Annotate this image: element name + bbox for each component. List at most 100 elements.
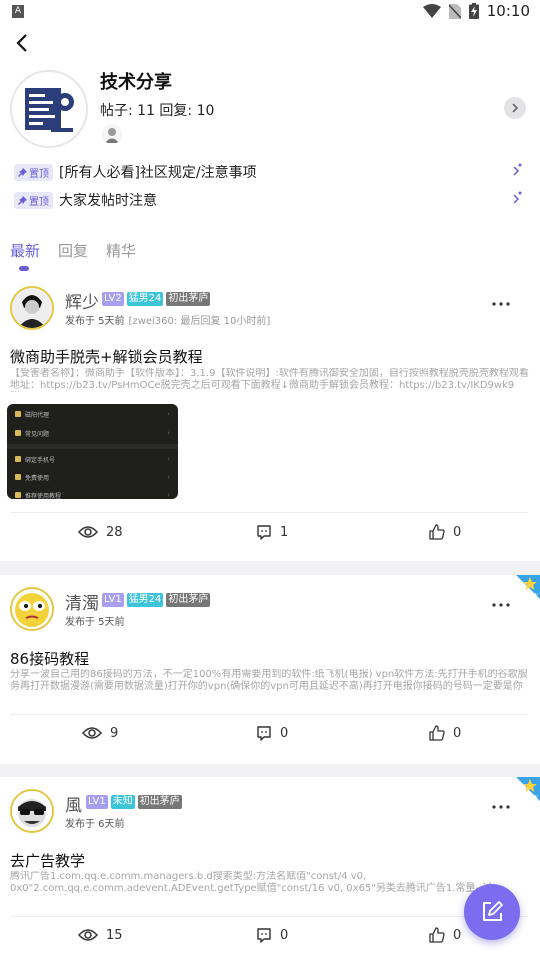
likes-count: 0: [453, 524, 462, 540]
new-badge: NEW: [510, 575, 540, 601]
avatar[interactable]: [10, 286, 54, 330]
new-label: NEW: [526, 593, 538, 599]
title-badge: 猛男24: [126, 292, 164, 306]
pinned-text: 大家发帖时注意: [59, 193, 157, 209]
pinned-post-posting-notice[interactable]: 置顶 大家发帖时注意: [14, 188, 526, 212]
pinned-post-rules[interactable]: 置顶 [所有人必看]社区规定/注意事项: [14, 160, 526, 184]
comments-button[interactable]: 0: [256, 927, 288, 943]
person-avatar-icon: [12, 288, 52, 328]
user-badges: LV1 未知 初出茅庐: [86, 795, 182, 809]
post-title[interactable]: 86接码教程: [10, 648, 89, 669]
title-badge: 猛男24: [126, 593, 164, 607]
pinned-badge: 置顶: [14, 163, 53, 181]
post-summary: 分享一波自己用的86接码的方法，不一定100%有用需要用到的软件:纸飞机(电报)…: [10, 669, 528, 692]
comments-count: 0: [280, 927, 289, 943]
forum-info-button[interactable]: [504, 97, 526, 119]
post-thumbnail[interactable]: 磁阳代理 › 常见问题 › 绑定手机号 › 免费使用 › 推荐使用教程 ›: [7, 404, 178, 499]
wifi-icon: [422, 4, 441, 18]
post-summary: 【受害者名称】：微商助手【软件版本】：3.1.9【软件说明】:软件有腾讯御安全加…: [10, 368, 529, 391]
thumbs-up-icon: [429, 927, 445, 943]
accessibility-icon: A: [12, 5, 24, 18]
eye-icon: [78, 929, 98, 941]
pinned-badge: 置顶: [14, 191, 53, 209]
title-badge: 未知: [110, 795, 135, 809]
comment-icon: [257, 525, 271, 540]
post-time: 发布于 5天前: [65, 617, 125, 628]
chevron-right-icon: [512, 163, 522, 183]
user-badges: LV1 猛男24 初出茅庐: [102, 593, 211, 607]
back-button[interactable]: [10, 30, 36, 56]
tab-bar: 最新 回复 精华: [0, 230, 540, 274]
post-meta: 发布于 5天前: [65, 613, 125, 628]
comment-icon: [257, 928, 271, 943]
comments-button[interactable]: 0: [256, 725, 288, 741]
compose-post-button[interactable]: [464, 884, 520, 940]
views-count: 15: [106, 927, 123, 943]
post-actions: 15 0 0: [0, 927, 540, 957]
comments-button[interactable]: 1: [256, 524, 288, 540]
ellipsis-icon: [492, 603, 510, 607]
comments-count: 0: [280, 725, 289, 741]
forum-title: 技术分享: [100, 72, 172, 93]
battery-charging-icon: [468, 3, 479, 19]
like-button[interactable]: 0: [429, 524, 461, 540]
thumbnail-row: 推荐使用教程 ›: [15, 488, 170, 499]
post-title[interactable]: 去广告教学: [10, 850, 85, 871]
tab-indicator: [19, 266, 29, 271]
username[interactable]: 清濁: [65, 589, 99, 614]
divider: [10, 512, 528, 513]
views-button[interactable]: 9: [82, 725, 118, 741]
status-bar: A 10:10: [0, 0, 540, 24]
level-badge: LV1: [86, 795, 108, 809]
emoji-avatar-icon: [12, 589, 52, 629]
like-button[interactable]: 0: [429, 725, 461, 741]
username[interactable]: 辉少: [65, 288, 99, 313]
divider: [10, 714, 528, 715]
person-avatar-icon: [12, 791, 52, 831]
forum-stats: 帖子: 11 回复: 10: [100, 103, 215, 119]
divider: [10, 916, 528, 917]
views-button[interactable]: 15: [78, 927, 123, 943]
post-title[interactable]: 微商助手脱壳+解锁会员教程: [10, 346, 203, 367]
more-options-button[interactable]: [492, 797, 510, 809]
tab-featured[interactable]: 精华: [106, 240, 136, 261]
eye-icon: [82, 727, 102, 739]
new-label: NEW: [526, 795, 538, 801]
post-meta: 发布于 6天前: [65, 815, 125, 830]
thumbs-up-icon: [429, 524, 445, 540]
post-card[interactable]: 清濁 LV1 猛男24 初出茅庐 发布于 5天前 NEW 86接码教程 分享一波…: [0, 575, 540, 764]
comments-count: 1: [280, 524, 289, 540]
post-time: 发布于 6天前: [65, 819, 125, 830]
rank-badge: 初出茅庐: [137, 795, 182, 809]
level-badge: LV1: [102, 593, 124, 607]
pinned-text: [所有人必看]社区规定/注意事项: [59, 165, 257, 181]
thumbnail-row: 常见问题 ›: [15, 426, 170, 440]
views-count: 28: [106, 524, 123, 540]
more-options-button[interactable]: [492, 595, 510, 607]
more-options-button[interactable]: [492, 294, 510, 306]
rank-badge: 初出茅庐: [166, 593, 211, 607]
views-button[interactable]: 28: [78, 524, 123, 540]
last-reply: [zwei360: 最后回复 10小时前]: [128, 316, 271, 327]
like-button[interactable]: 0: [429, 927, 461, 943]
post-card[interactable]: 辉少 LV2 猛男24 初出茅庐 发布于 5天前 [zwei360: 最后回复 1…: [0, 274, 540, 561]
tab-latest[interactable]: 最新: [10, 240, 40, 261]
thumbnail-row: 免费使用 ›: [15, 470, 170, 484]
eye-icon: [78, 526, 98, 538]
post-time: 发布于 5天前: [65, 316, 125, 327]
tab-replies[interactable]: 回复: [58, 240, 88, 261]
avatar[interactable]: [10, 789, 54, 833]
new-star-icon: NEW: [516, 777, 540, 801]
level-badge: LV2: [102, 292, 124, 306]
code-document-icon: [25, 88, 74, 132]
avatar[interactable]: [10, 587, 54, 631]
forum-logo: [10, 70, 88, 148]
new-star-icon: NEW: [516, 575, 540, 599]
status-icons: 10:10: [422, 2, 530, 20]
ellipsis-icon: [492, 302, 510, 306]
post-card[interactable]: 風 LV1 未知 初出茅庐 发布于 6天前 NEW 去广告教学 腾讯广告1.co…: [0, 777, 540, 960]
username[interactable]: 風: [65, 791, 82, 816]
likes-count: 0: [453, 725, 462, 741]
thumbnail-row: 磁阳代理 ›: [15, 407, 170, 421]
moderator-avatar[interactable]: [102, 124, 122, 144]
